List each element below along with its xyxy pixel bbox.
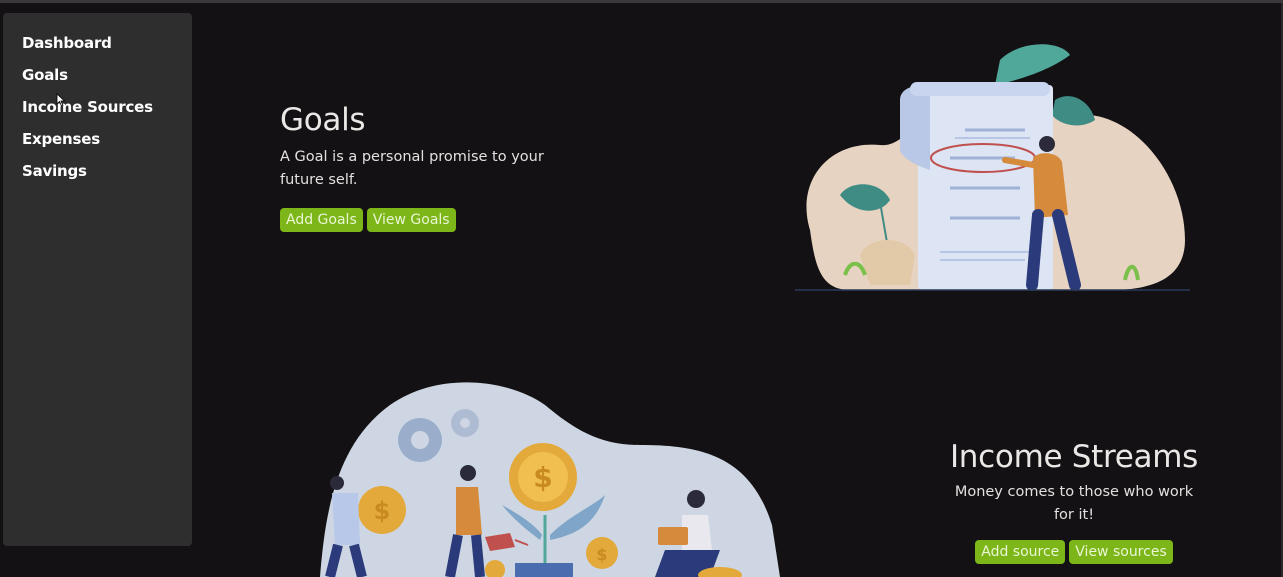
goals-actions: Add Goals View Goals (280, 208, 580, 232)
income-actions: Add source View sources (940, 540, 1208, 564)
sidebar-menu: Dashboard Goals Income Sources Expenses … (3, 13, 192, 195)
income-illustration: $ $ $ (320, 382, 780, 577)
add-source-button[interactable]: Add source (975, 540, 1066, 564)
income-section: Income Streams Money comes to those who … (940, 437, 1208, 564)
goals-heading: Goals (280, 102, 366, 138)
sidebar-item-expenses[interactable]: Expenses (22, 131, 192, 163)
view-sources-button[interactable]: View sources (1069, 540, 1173, 564)
goals-description: A Goal is a personal promise to your fut… (280, 149, 544, 188)
window-top-border (0, 0, 1283, 3)
sidebar-item-dashboard[interactable]: Dashboard (22, 35, 192, 67)
svg-text:$: $ (596, 545, 607, 564)
sidebar-item-income-sources[interactable]: Income Sources (22, 99, 192, 131)
sidebar: Dashboard Goals Income Sources Expenses … (3, 13, 192, 546)
view-goals-button[interactable]: View Goals (366, 208, 456, 232)
income-heading: Income Streams (949, 439, 1199, 475)
goals-illustration (795, 44, 1190, 291)
sidebar-item-savings[interactable]: Savings (22, 163, 192, 195)
svg-text:$: $ (374, 497, 391, 525)
goals-section: Goals A Goal is a personal promise to yo… (280, 100, 580, 232)
svg-text:$: $ (533, 461, 552, 494)
sidebar-item-goals[interactable]: Goals (22, 67, 192, 99)
add-goals-button[interactable]: Add Goals (280, 208, 363, 232)
mouse-cursor-icon (56, 93, 66, 107)
income-description: Money comes to those who work for it! (954, 484, 1194, 523)
